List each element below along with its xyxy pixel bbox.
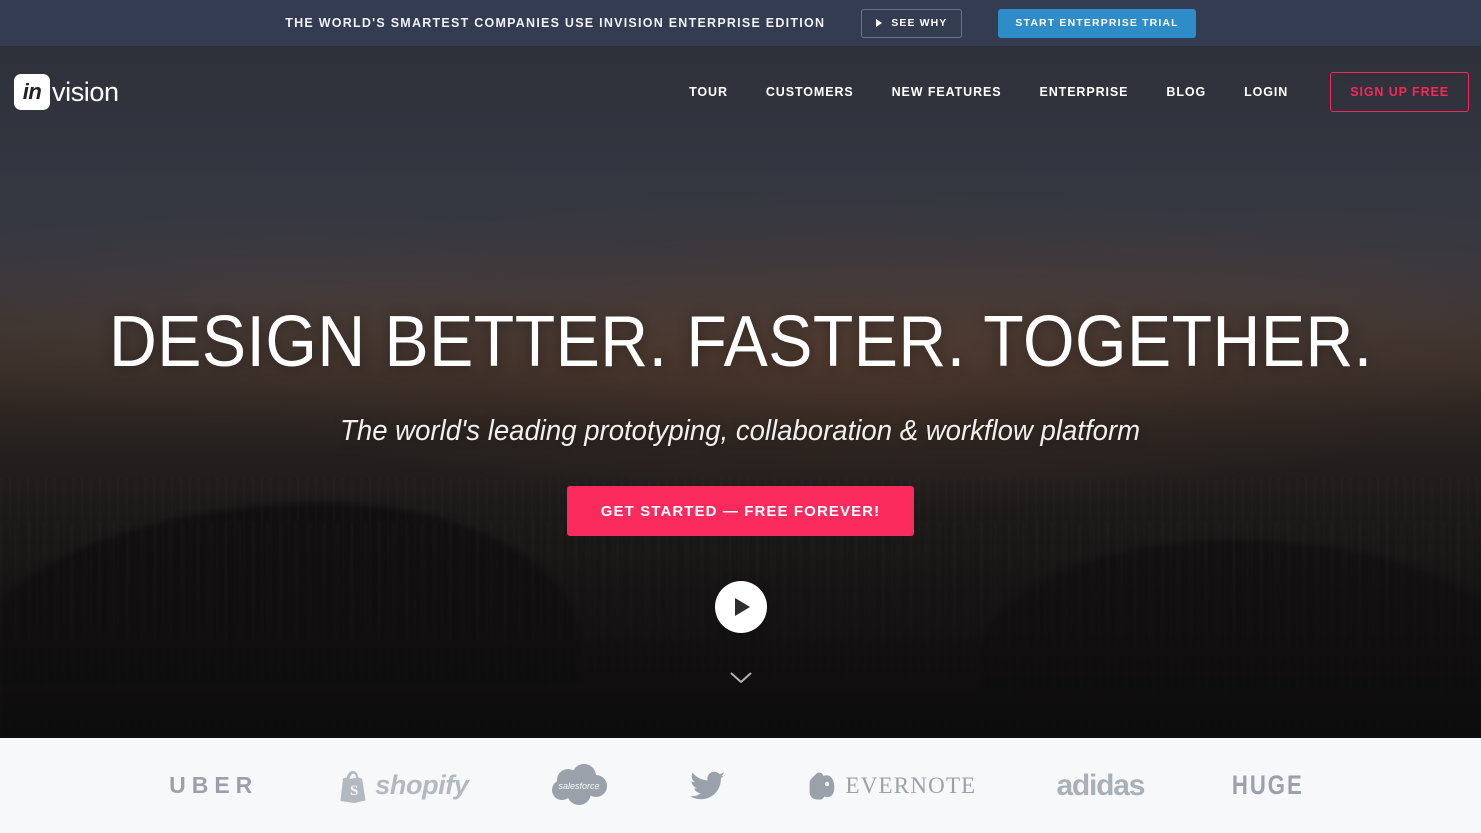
nav-item-tour[interactable]: TOUR <box>670 85 747 99</box>
play-icon <box>735 598 750 616</box>
logo-evernote[interactable]: EVERNOTE <box>766 769 1016 803</box>
play-triangle-icon <box>876 19 883 27</box>
sign-up-free-button[interactable]: SIGN UP FREE <box>1330 72 1469 112</box>
adidas-wordmark: adidas <box>1056 768 1145 802</box>
nav-item-blog[interactable]: BLOG <box>1147 85 1225 99</box>
logo-salesforce[interactable]: salesforce <box>508 763 650 808</box>
shopify-wordmark: shopify <box>375 770 469 800</box>
nav-item-enterprise[interactable]: ENTERPRISE <box>1021 85 1148 99</box>
twitter-bird-icon <box>690 771 726 799</box>
salesforce-wordmark: salesforce <box>559 781 600 791</box>
logo-adidas[interactable]: adidas <box>1016 769 1184 803</box>
logo-huge[interactable]: HUGE <box>1184 770 1352 801</box>
hero-section: in vision TOUR CUSTOMERS NEW FEATURES EN… <box>0 46 1481 738</box>
get-started-button[interactable]: GET STARTED — FREE FOREVER! <box>566 486 915 536</box>
customer-logo-strip: UBER S shopify salesforce EVERNOTE adida… <box>0 738 1481 833</box>
logo-wordmark: vision <box>52 76 119 107</box>
evernote-wordmark: EVERNOTE <box>845 772 977 798</box>
invision-logo[interactable]: in vision <box>14 74 119 110</box>
announcement-bar: THE WORLD'S SMARTEST COMPANIES USE INVIS… <box>0 0 1481 46</box>
chevron-down-icon[interactable] <box>728 671 754 685</box>
play-video-button[interactable] <box>714 581 767 633</box>
logo-uber[interactable]: UBER <box>129 772 298 799</box>
see-why-button[interactable]: SEE WHY <box>861 8 963 38</box>
evernote-elephant-icon <box>810 771 835 800</box>
main-navigation: in vision TOUR CUSTOMERS NEW FEATURES EN… <box>0 46 1481 138</box>
svg-text:S: S <box>350 783 358 799</box>
huge-wordmark: HUGE <box>1232 770 1305 800</box>
nav-item-login[interactable]: LOGIN <box>1225 85 1307 99</box>
start-enterprise-trial-button[interactable]: START ENTERPRISE TRIAL <box>998 8 1196 38</box>
nav-item-customers[interactable]: CUSTOMERS <box>747 85 873 99</box>
logo-mark-icon: in <box>14 74 50 110</box>
announcement-text: THE WORLD'S SMARTEST COMPANIES USE INVIS… <box>285 16 826 30</box>
logo-twitter[interactable] <box>650 771 766 801</box>
salesforce-cloud-icon: salesforce <box>552 763 608 805</box>
nav-links: TOUR CUSTOMERS NEW FEATURES ENTERPRISE B… <box>670 72 1469 112</box>
uber-wordmark: UBER <box>169 772 259 798</box>
shopify-bag-icon: S <box>340 770 366 803</box>
see-why-label: SEE WHY <box>891 17 948 29</box>
hero-headline: DESIGN BETTER. FASTER. TOGETHER. <box>108 302 1373 382</box>
nav-item-new-features[interactable]: NEW FEATURES <box>873 85 1021 99</box>
logo-shopify[interactable]: S shopify <box>298 769 508 803</box>
hero-content: DESIGN BETTER. FASTER. TOGETHER. The wor… <box>0 46 1481 738</box>
hero-subheadline: The world's leading prototyping, collabo… <box>340 415 1141 447</box>
